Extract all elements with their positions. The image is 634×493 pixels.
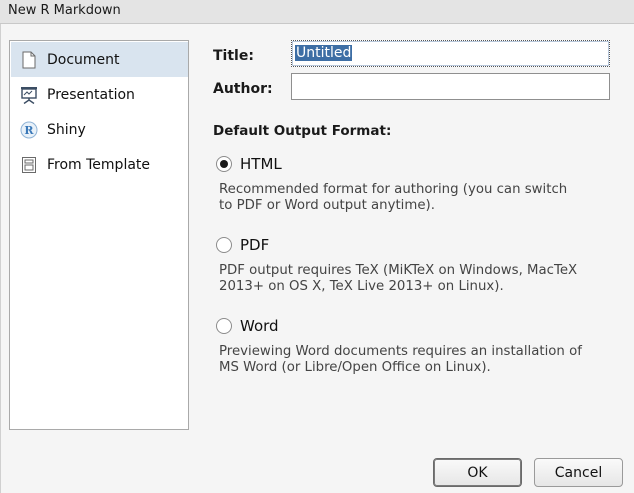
window-title: New R Markdown: [0, 0, 634, 24]
description-line: to PDF or Word output anytime).: [219, 198, 435, 213]
type-item-label: Shiny: [47, 121, 86, 138]
template-icon: [11, 147, 47, 182]
type-item-document[interactable]: Document: [11, 42, 188, 77]
format-option-pdf[interactable]: PDF: [216, 235, 269, 255]
ok-button[interactable]: OK: [433, 458, 522, 487]
description-line: Previewing Word documents requires an in…: [219, 344, 582, 359]
author-input[interactable]: [291, 73, 610, 100]
shiny-icon: R: [11, 112, 47, 147]
title-input-value: Untitled: [295, 45, 353, 61]
document-type-list: Document Presentation R Shiny From Templ…: [9, 40, 189, 430]
description-line: Recommended format for authoring (you ca…: [219, 182, 568, 197]
format-description-pdf: PDF output requires TeX (MiKTeX on Windo…: [219, 263, 619, 295]
cancel-button[interactable]: Cancel: [534, 458, 623, 487]
svg-text:R: R: [24, 124, 34, 137]
format-label: Word: [240, 317, 279, 335]
format-description-word: Previewing Word documents requires an in…: [219, 344, 619, 376]
type-item-label: Document: [47, 51, 120, 68]
format-label: HTML: [240, 155, 282, 173]
format-label: PDF: [240, 236, 270, 254]
type-item-label: From Template: [47, 156, 151, 173]
type-item-presentation[interactable]: Presentation: [11, 77, 188, 112]
dialog-edge: [0, 24, 1, 493]
title-input[interactable]: Untitled: [291, 40, 610, 67]
description-line: 2013+ on OS X, TeX Live 2013+ on Linux).: [219, 279, 504, 294]
type-item-label: Presentation: [47, 86, 135, 103]
radio-pdf[interactable]: [216, 237, 232, 253]
radio-html[interactable]: [216, 156, 232, 172]
title-label: Title:: [213, 48, 254, 64]
format-option-html[interactable]: HTML: [216, 154, 282, 174]
radio-selected-dot: [220, 160, 228, 168]
author-label: Author:: [213, 81, 273, 97]
description-line: MS Word (or Libre/Open Office on Linux).: [219, 360, 491, 375]
description-line: PDF output requires TeX (MiKTeX on Windo…: [219, 263, 578, 278]
format-option-word[interactable]: Word: [216, 316, 279, 336]
output-format-heading: Default Output Format:: [213, 123, 392, 139]
format-description-html: Recommended format for authoring (you ca…: [219, 182, 619, 214]
type-item-from-template[interactable]: From Template: [11, 147, 188, 182]
type-item-shiny[interactable]: R Shiny: [11, 112, 188, 147]
presentation-icon: [11, 77, 47, 112]
radio-word[interactable]: [216, 318, 232, 334]
document-icon: [11, 42, 47, 77]
